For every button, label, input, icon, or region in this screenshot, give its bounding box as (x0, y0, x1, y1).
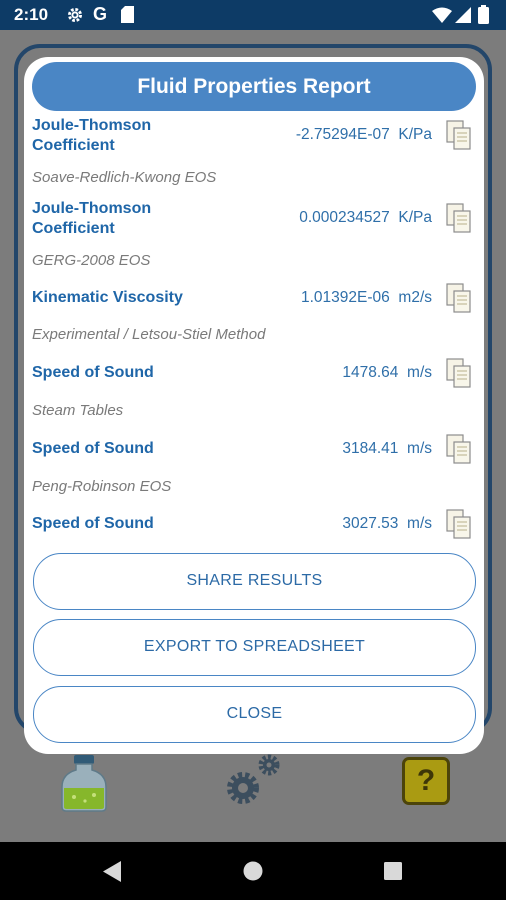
recents-icon[interactable] (384, 862, 402, 885)
dialog-title: Fluid Properties Report (32, 62, 476, 111)
property-value: 3027.53 m/s (342, 515, 432, 532)
home-icon[interactable] (243, 861, 263, 886)
method-label: Peng-Robinson EOS (32, 478, 172, 495)
bottle-icon (58, 755, 110, 818)
copy-icon[interactable] (446, 434, 472, 464)
status-time: 2:10 (14, 5, 49, 24)
property-name: Joule-Thomson Coefficient (32, 117, 152, 154)
method-label: GERG-2008 EOS (32, 252, 151, 269)
signal-icon (455, 7, 471, 28)
property-name: Speed of Sound (32, 364, 154, 381)
property-value: 0.000234527 K/Pa (299, 209, 432, 226)
help-icon: ? (402, 757, 450, 805)
method-label: Steam Tables (32, 402, 124, 419)
sd-card-icon (121, 6, 134, 28)
wifi-icon (432, 7, 452, 28)
property-name: Speed of Sound (32, 515, 154, 532)
fluid-properties-dialog: Fluid Properties Report Joule-Thomson Co… (24, 57, 484, 754)
property-name: Speed of Sound (32, 440, 154, 457)
copy-icon[interactable] (446, 509, 472, 539)
property-name: Joule-Thomson Coefficient (32, 200, 152, 237)
status-bar: 2:10 G (0, 0, 506, 30)
google-icon: G (93, 4, 108, 24)
navigation-bar (0, 842, 506, 900)
close-button[interactable]: CLOSE (33, 686, 476, 743)
property-value: 3184.41 m/s (342, 440, 432, 457)
back-icon[interactable] (103, 861, 123, 887)
property-value: 1478.64 m/s (342, 364, 432, 381)
property-name: Kinematic Viscosity (32, 289, 183, 306)
method-label: Soave-Redlich-Kwong EOS (32, 169, 217, 186)
copy-icon[interactable] (446, 120, 472, 150)
export-spreadsheet-button[interactable]: EXPORT TO SPREADSHEET (33, 619, 476, 676)
battery-icon (478, 5, 489, 29)
gear-icon (66, 6, 84, 29)
copy-icon[interactable] (446, 283, 472, 313)
copy-icon[interactable] (446, 358, 472, 388)
property-value: 1.01392E-06 m2/s (301, 289, 432, 306)
copy-icon[interactable] (446, 203, 472, 233)
gears-icon (222, 752, 286, 813)
property-value: -2.75294E-07 K/Pa (295, 126, 432, 143)
share-results-button[interactable]: SHARE RESULTS (33, 553, 476, 610)
method-label: Experimental / Letsou-Stiel Method (32, 326, 266, 343)
